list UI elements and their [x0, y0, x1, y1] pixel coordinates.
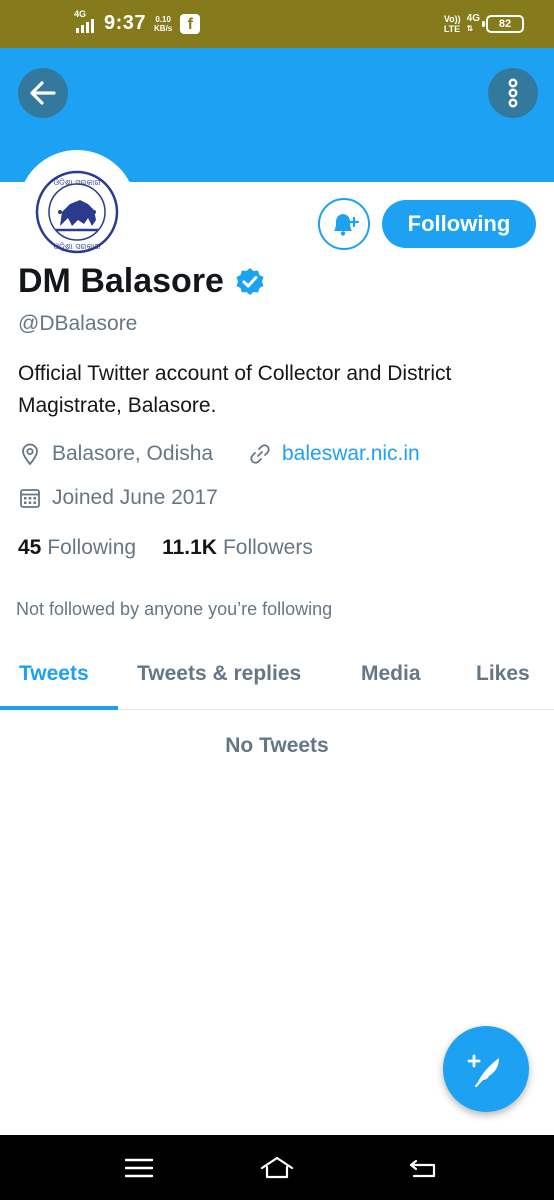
following-label: Following [47, 536, 137, 559]
lte-label: LTE [443, 24, 461, 34]
following-count: 45 [18, 536, 42, 559]
followers-stat[interactable]: 11.1K Followers [162, 536, 313, 560]
profile-name: DM Balasore [18, 262, 224, 300]
emblem-text-top: ଓଡ଼ିଶା ସରକାର [54, 178, 101, 187]
more-options-button[interactable] [488, 68, 538, 118]
mobile-data-indicator: 4G ⇅ [466, 13, 480, 34]
link-icon [248, 442, 272, 466]
joined-text: Joined June 2017 [52, 486, 218, 509]
status-bar: 4G 9:37 0.10 KB/s f Vo)) LTE 4G ⇅ 82 [0, 0, 554, 48]
location-pin-icon [18, 442, 42, 466]
recent-apps-button[interactable] [122, 1153, 156, 1183]
calendar-icon [18, 486, 42, 510]
verified-badge-icon [234, 266, 266, 298]
clock: 9:37 [104, 12, 147, 34]
tab-likes[interactable]: Likes [476, 662, 530, 686]
facebook-icon: f [180, 13, 201, 34]
compose-tweet-button[interactable] [443, 1026, 529, 1112]
network-type: 4G [74, 8, 87, 19]
followers-label: Followers [222, 536, 313, 559]
profile-stats: 45 Following 11.1K Followers [18, 536, 313, 560]
network-speed: 0.10 KB/s [154, 15, 172, 33]
volte-indicator: Vo)) LTE [444, 14, 461, 34]
home-icon [260, 1156, 294, 1179]
status-bar-left: 4G 9:37 0.10 KB/s f [74, 9, 201, 35]
more-vertical-icon [508, 78, 518, 108]
profile-name-row: DM Balasore [18, 262, 266, 301]
location-text: Balasore, Odisha [52, 442, 214, 465]
tab-media[interactable]: Media [361, 662, 421, 686]
network-type-right: 4G [466, 13, 480, 24]
battery-level: 82 [498, 18, 512, 30]
home-button[interactable] [260, 1153, 294, 1183]
profile-handle: @DBalasore [18, 312, 138, 335]
back-nav-button[interactable] [406, 1153, 440, 1183]
return-arrow-icon [409, 1159, 436, 1178]
emblem-text-bottom: ଓଡ଼ିଶା ସରକାର [54, 242, 101, 251]
status-bar-right: Vo)) LTE 4G ⇅ 82 [444, 14, 524, 34]
compose-feather-icon [467, 1054, 499, 1088]
not-followed-notice: Not followed by anyone you’re following [16, 599, 333, 619]
tab-tweets[interactable]: Tweets [19, 662, 89, 686]
profile-location: Balasore, Odisha [18, 442, 213, 466]
empty-state-text: No Tweets [225, 734, 329, 757]
tab-tweets-replies[interactable]: Tweets & replies [137, 662, 301, 686]
odisha-emblem-logo: ଓଡ଼ିଶା ସରକାର ଓଡ଼ିଶା ସରକାର [35, 170, 119, 254]
back-button[interactable] [18, 68, 68, 118]
profile-joined: Joined June 2017 [18, 486, 218, 510]
volte-label: Vo)) [443, 14, 461, 24]
active-tab-indicator [0, 706, 118, 710]
speed-unit: KB/s [154, 23, 173, 33]
menu-lines-icon [124, 1158, 154, 1178]
followers-count: 11.1K [162, 536, 217, 559]
system-navigation-bar [0, 1135, 554, 1200]
notifications-button[interactable] [318, 198, 370, 250]
speed-value: 0.10 [155, 14, 171, 24]
signal-icon: 4G [74, 9, 96, 35]
profile-website[interactable]: baleswar.nic.in [248, 442, 420, 466]
profile-tabs: Tweets Tweets & replies Media Likes [0, 648, 554, 710]
profile-bio: Official Twitter account of Collector an… [18, 362, 452, 417]
website-link[interactable]: baleswar.nic.in [282, 442, 420, 466]
avatar[interactable]: ଓଡ଼ିଶା ସରକାର ଓଡ଼ିଶା ସରକାର [18, 150, 136, 268]
following-stat[interactable]: 45 Following [18, 536, 136, 560]
battery-icon: 82 [482, 15, 524, 33]
following-button[interactable]: Following [382, 200, 536, 248]
arrow-left-icon [30, 81, 56, 105]
bell-plus-icon [334, 214, 360, 236]
